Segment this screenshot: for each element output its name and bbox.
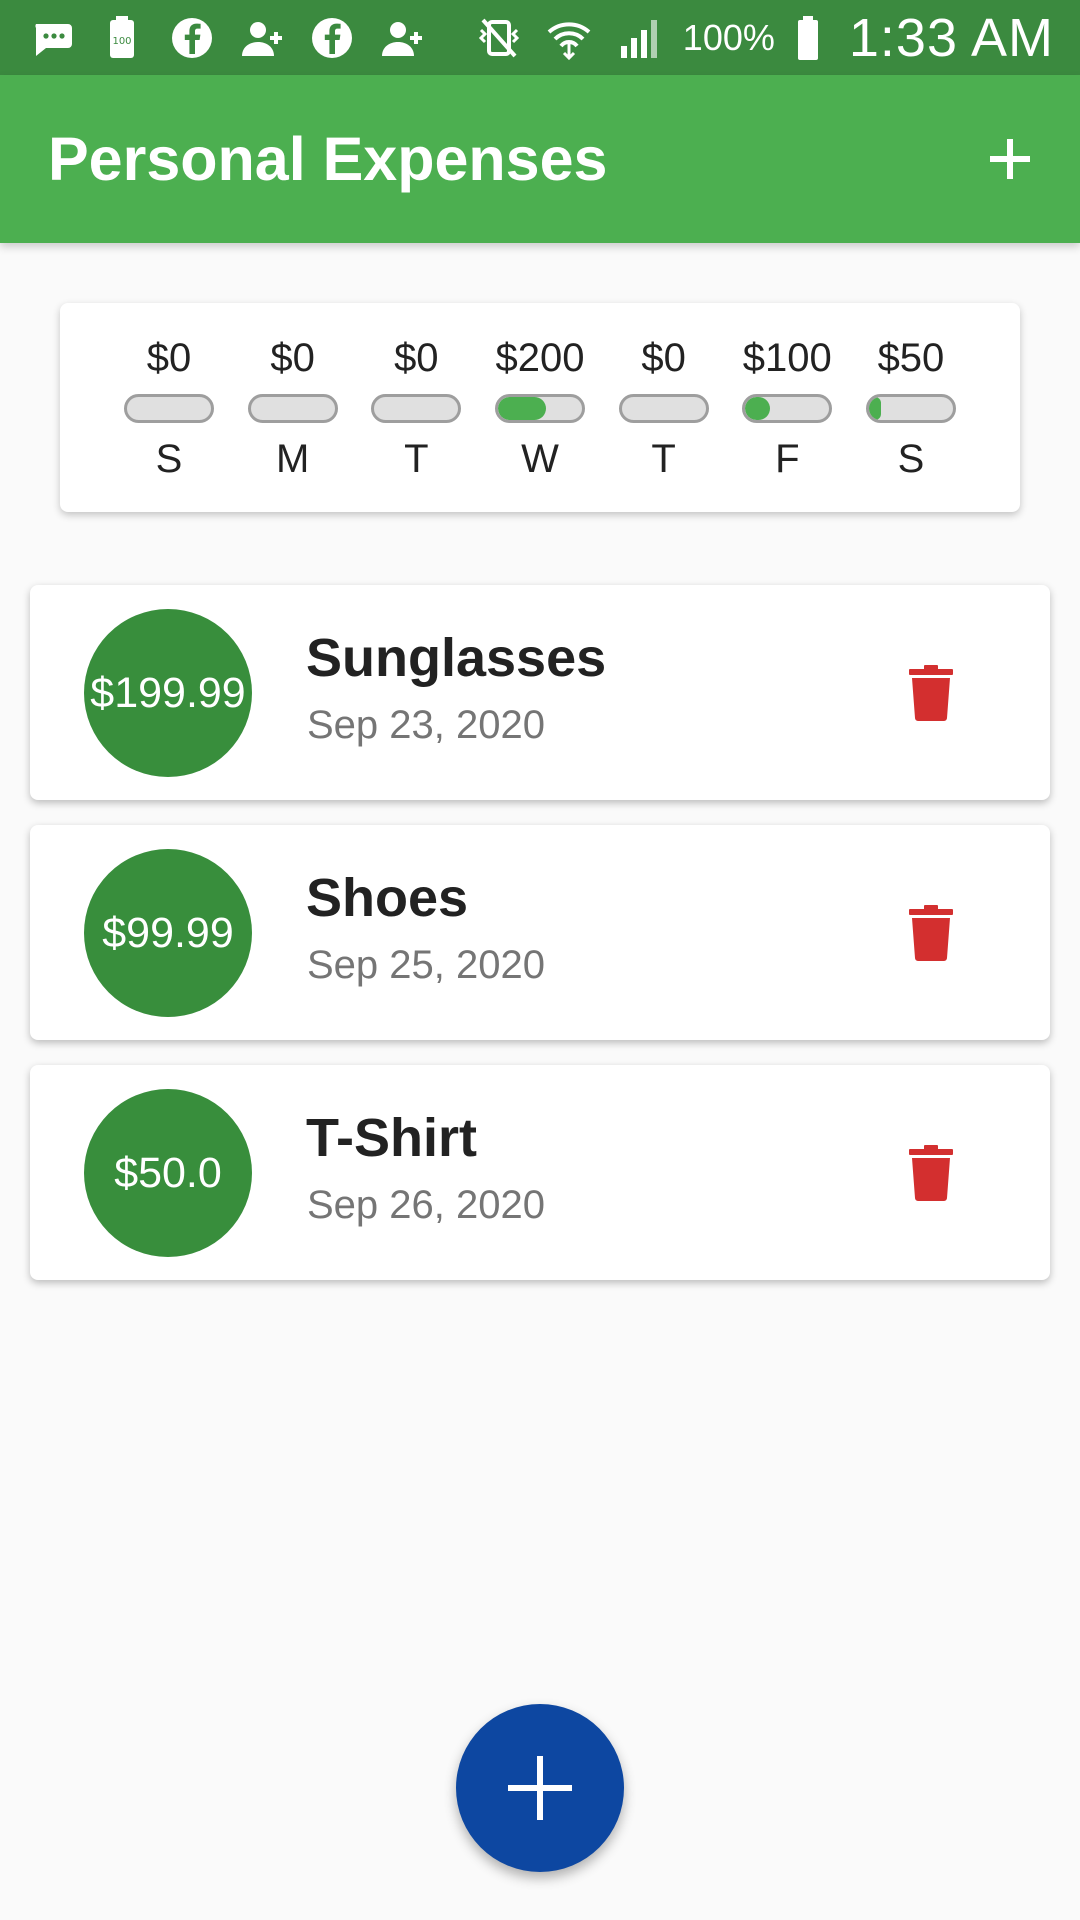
day-amount: $50	[877, 336, 945, 380]
expense-item: $199.99 Sunglasses Sep 23, 2020	[30, 585, 1050, 800]
day-bar	[865, 394, 956, 423]
svg-text:100: 100	[112, 36, 131, 47]
facebook-icon	[166, 12, 218, 64]
add-expense-button[interactable]	[970, 119, 1050, 199]
signal-icon	[613, 12, 665, 64]
battery-100-icon: 100	[96, 12, 148, 64]
add-contact-icon	[376, 12, 428, 64]
day-letter: M	[275, 437, 310, 481]
message-icon	[26, 12, 78, 64]
day-amount: $200	[495, 336, 585, 380]
day-amount: $0	[146, 336, 192, 380]
expense-item: $50.0 T-Shirt Sep 26, 2020	[30, 1065, 1050, 1280]
battery-icon	[793, 12, 823, 64]
chart-day: $0 T	[357, 333, 475, 512]
screen: 100 100% 1:33 AM Personal Expenses $0 S …	[0, 0, 1080, 1920]
plus-icon	[990, 139, 1030, 179]
chart-day: $100 F	[728, 333, 846, 512]
facebook-icon	[306, 12, 358, 64]
chart-day: $0 S	[110, 333, 228, 512]
expense-amount: $199.99	[84, 609, 252, 777]
day-letter: T	[404, 437, 429, 481]
expense-title: Sunglasses	[306, 628, 607, 688]
day-letter: W	[521, 437, 559, 481]
expense-date: Sep 26, 2020	[307, 1183, 545, 1227]
app-bar: Personal Expenses	[0, 75, 1080, 243]
expense-amount: $99.99	[84, 849, 252, 1017]
day-letter: S	[155, 437, 183, 481]
day-letter: F	[775, 437, 800, 481]
day-amount: $0	[270, 336, 315, 380]
fab-add-button[interactable]	[456, 1704, 624, 1872]
trash-icon	[909, 905, 953, 961]
vibrate-off-icon	[473, 12, 525, 64]
delete-button[interactable]	[895, 657, 967, 729]
add-contact-icon	[236, 12, 288, 64]
day-amount: $0	[394, 336, 439, 380]
expense-date: Sep 25, 2020	[307, 943, 545, 987]
day-bar	[124, 394, 214, 423]
day-letter: T	[651, 437, 676, 481]
day-amount: $0	[641, 336, 686, 380]
trash-icon	[909, 1145, 953, 1201]
day-bar	[494, 394, 585, 423]
wifi-icon	[543, 12, 595, 64]
chart-day: $0 M	[234, 333, 352, 512]
day-bar-fill	[868, 397, 881, 420]
delete-button[interactable]	[895, 897, 967, 969]
expense-item: $99.99 Shoes Sep 25, 2020	[30, 825, 1050, 1040]
weekly-chart: $0 S $0 M $0 T $200 W $0 T $100 F $50 S	[60, 303, 1020, 512]
expense-title: Shoes	[306, 868, 469, 928]
plus-icon	[508, 1756, 572, 1820]
day-bar	[618, 394, 709, 423]
clock: 1:33 AM	[848, 7, 1054, 68]
chart-day: $200 W	[481, 333, 599, 512]
trash-icon	[909, 665, 953, 721]
delete-button[interactable]	[895, 1137, 967, 1209]
day-bar	[247, 394, 338, 423]
day-bar-fill	[497, 397, 546, 420]
day-bar	[371, 394, 462, 423]
day-amount: $100	[742, 336, 832, 380]
expense-date: Sep 23, 2020	[307, 703, 545, 747]
day-bar-fill	[745, 397, 770, 420]
app-title: Personal Expenses	[48, 125, 608, 193]
status-left: 100	[26, 12, 428, 64]
day-bar	[742, 394, 833, 423]
expense-title: T-Shirt	[306, 1108, 477, 1168]
day-letter: S	[897, 437, 925, 481]
chart-day: $0 T	[605, 333, 723, 512]
status-bar: 100 100% 1:33 AM	[0, 0, 1080, 75]
status-right: 100% 1:33 AM	[473, 7, 1054, 69]
battery-percent: 100%	[682, 16, 775, 58]
chart-day: $50 S	[852, 333, 970, 512]
expense-amount: $50.0	[84, 1089, 252, 1257]
